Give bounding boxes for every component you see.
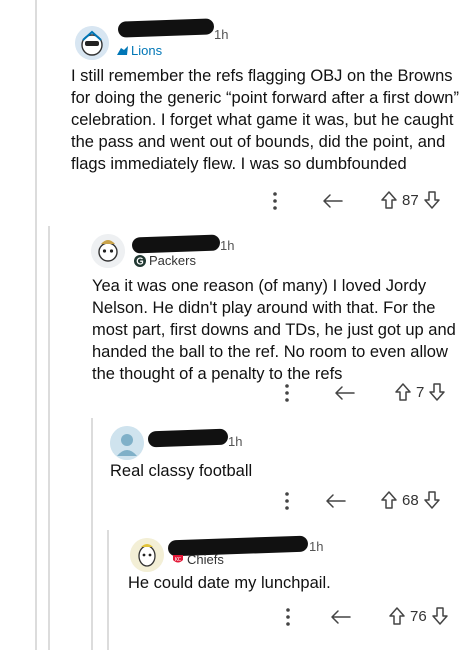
- upvote-icon[interactable]: [380, 190, 398, 210]
- vote-count: 68: [402, 491, 419, 509]
- vote-group: 87: [380, 190, 441, 210]
- timestamp: 1h: [228, 434, 243, 449]
- downvote-icon[interactable]: [431, 606, 449, 626]
- flair-label: Lions: [131, 43, 163, 58]
- user-flair: Lions: [117, 43, 162, 58]
- user-flair: Packers: [134, 253, 196, 268]
- user-flair: KC Chiefs: [172, 552, 224, 567]
- reply-icon[interactable]: [330, 609, 352, 625]
- comment-4: 1h KC Chiefs He could date my lunchpail.…: [0, 530, 474, 650]
- more-options-icon[interactable]: [284, 382, 290, 404]
- vote-count: 7: [416, 383, 425, 401]
- flair-label: Packers: [149, 253, 196, 268]
- comment-actions: 87: [0, 190, 474, 216]
- timestamp: 1h: [214, 27, 229, 42]
- timestamp: 1h: [309, 539, 324, 554]
- comment-3: 1h Real classy football 68: [0, 418, 474, 530]
- downvote-icon[interactable]: [423, 490, 441, 510]
- comment-actions: 76: [0, 606, 474, 632]
- more-options-icon[interactable]: [272, 190, 278, 212]
- redacted-username: [117, 18, 215, 38]
- comment-actions: 68: [0, 490, 474, 516]
- upvote-icon[interactable]: [394, 382, 412, 402]
- lions-flair-icon: [117, 46, 128, 55]
- packers-flair-icon: [134, 254, 146, 267]
- avatar[interactable]: [110, 426, 144, 460]
- comment-body: Yea it was one reason (of many) I loved …: [92, 277, 456, 383]
- chiefs-flair-icon: KC: [172, 554, 184, 565]
- comment-body: I still remember the refs flagging OBJ o…: [71, 67, 459, 173]
- comment-2: 1h Packers Yea it was one reason (of man…: [0, 226, 474, 418]
- avatar[interactable]: [91, 234, 125, 268]
- vote-count: 87: [402, 191, 419, 209]
- vote-count: 76: [410, 607, 427, 625]
- avatar[interactable]: [130, 538, 164, 572]
- svg-text:KC: KC: [175, 557, 182, 563]
- comment-1: 1h Lions I still remember the refs flagg…: [0, 0, 474, 226]
- comment-actions: 7: [0, 382, 474, 408]
- comment-body: He could date my lunchpail.: [128, 574, 331, 592]
- downvote-icon[interactable]: [428, 382, 446, 402]
- upvote-icon[interactable]: [388, 606, 406, 626]
- redacted-username: [131, 234, 221, 254]
- avatar[interactable]: [75, 26, 109, 60]
- vote-group: 68: [380, 490, 441, 510]
- reply-icon[interactable]: [334, 385, 356, 401]
- more-options-icon[interactable]: [285, 606, 291, 628]
- reply-icon[interactable]: [322, 193, 344, 209]
- timestamp: 1h: [220, 238, 235, 253]
- more-options-icon[interactable]: [284, 490, 290, 512]
- flair-label: Chiefs: [187, 552, 224, 567]
- comment-body: Real classy football: [110, 462, 253, 480]
- vote-group: 76: [388, 606, 449, 626]
- vote-group: 7: [394, 382, 446, 402]
- redacted-username: [147, 428, 229, 448]
- reply-icon[interactable]: [325, 493, 347, 509]
- upvote-icon[interactable]: [380, 490, 398, 510]
- downvote-icon[interactable]: [423, 190, 441, 210]
